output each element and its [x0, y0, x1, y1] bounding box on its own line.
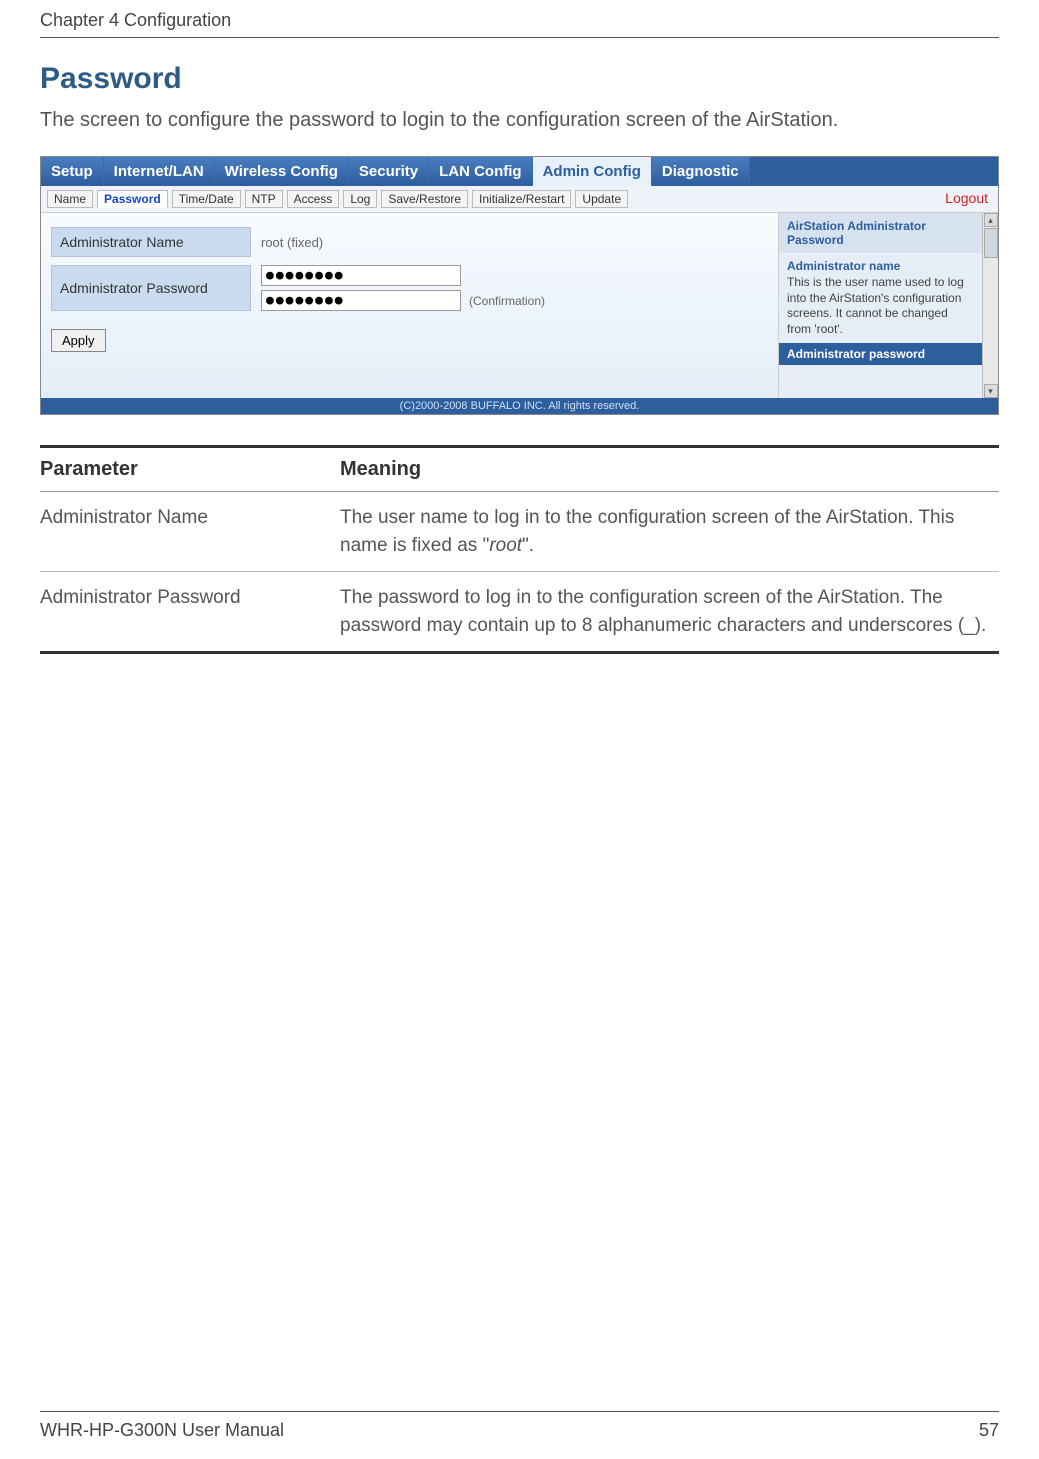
password-input[interactable] [261, 265, 461, 286]
subtab-initialize-restart[interactable]: Initialize/Restart [472, 190, 571, 208]
page-number: 57 [979, 1420, 999, 1441]
apply-button[interactable]: Apply [51, 329, 106, 352]
subtab-log[interactable]: Log [343, 190, 377, 208]
table-row: Administrator PasswordThe password to lo… [40, 572, 999, 654]
admin-name-label: Administrator Name [51, 227, 251, 257]
manual-name: WHR-HP-G300N User Manual [40, 1420, 284, 1441]
param-name: Administrator Name [40, 504, 340, 559]
subtab-access[interactable]: Access [287, 190, 340, 208]
scroll-thumb[interactable] [984, 228, 998, 258]
help-title: AirStation Administrator Password [779, 213, 982, 253]
copyright-bar: (C)2000-2008 BUFFALO INC. All rights res… [41, 398, 998, 414]
main-tabs: SetupInternet/LANWireless ConfigSecurity… [41, 157, 998, 186]
subtab-update[interactable]: Update [575, 190, 628, 208]
subtab-save-restore[interactable]: Save/Restore [381, 190, 468, 208]
admin-password-label: Administrator Password [51, 265, 251, 311]
scroll-down-icon[interactable]: ▾ [984, 384, 998, 398]
config-form: Administrator Name root (fixed) Administ… [41, 213, 778, 398]
router-ui-screenshot: SetupInternet/LANWireless ConfigSecurity… [40, 156, 999, 415]
param-name: Administrator Password [40, 584, 340, 639]
logout-link[interactable]: Logout [945, 190, 988, 206]
tab-security[interactable]: Security [349, 157, 429, 186]
page-footer: WHR-HP-G300N User Manual 57 [40, 1411, 999, 1441]
help-panel: AirStation Administrator Password Admini… [778, 213, 998, 398]
help-subheading-name: Administrator name [779, 253, 982, 275]
header-meaning: Meaning [340, 458, 999, 481]
page-header: Chapter 4 Configuration [40, 0, 999, 38]
tab-diagnostic[interactable]: Diagnostic [652, 157, 750, 186]
subtab-time-date[interactable]: Time/Date [172, 190, 241, 208]
param-meaning: The user name to log in to the configura… [340, 504, 999, 559]
help-text: This is the user name used to log into t… [779, 275, 982, 343]
table-header: Parameter Meaning [40, 445, 999, 492]
section-intro: The screen to configure the password to … [40, 106, 999, 134]
chapter-label: Chapter 4 Configuration [40, 10, 231, 31]
subtab-ntp[interactable]: NTP [245, 190, 283, 208]
tab-internet-lan[interactable]: Internet/LAN [104, 157, 215, 186]
admin-name-value: root (fixed) [251, 235, 323, 250]
tab-lan-config[interactable]: LAN Config [429, 157, 532, 186]
header-parameter: Parameter [40, 458, 340, 481]
parameter-table: Parameter Meaning Administrator NameThe … [40, 445, 999, 654]
password-confirm-input[interactable] [261, 290, 461, 311]
tab-setup[interactable]: Setup [41, 157, 104, 186]
subtab-password[interactable]: Password [97, 190, 168, 208]
help-subheading-password: Administrator password [779, 343, 982, 365]
sub-tabs: NamePasswordTime/DateNTPAccessLogSave/Re… [41, 186, 998, 213]
table-row: Administrator NameThe user name to log i… [40, 492, 999, 572]
section-title: Password [40, 62, 999, 96]
confirmation-label: (Confirmation) [469, 294, 545, 308]
subtab-name[interactable]: Name [47, 190, 93, 208]
tab-wireless-config[interactable]: Wireless Config [215, 157, 349, 186]
scroll-up-icon[interactable]: ▴ [984, 213, 998, 227]
param-meaning: The password to log in to the configurat… [340, 584, 999, 639]
tab-admin-config[interactable]: Admin Config [533, 157, 652, 186]
help-scrollbar[interactable]: ▴ ▾ [982, 213, 998, 398]
